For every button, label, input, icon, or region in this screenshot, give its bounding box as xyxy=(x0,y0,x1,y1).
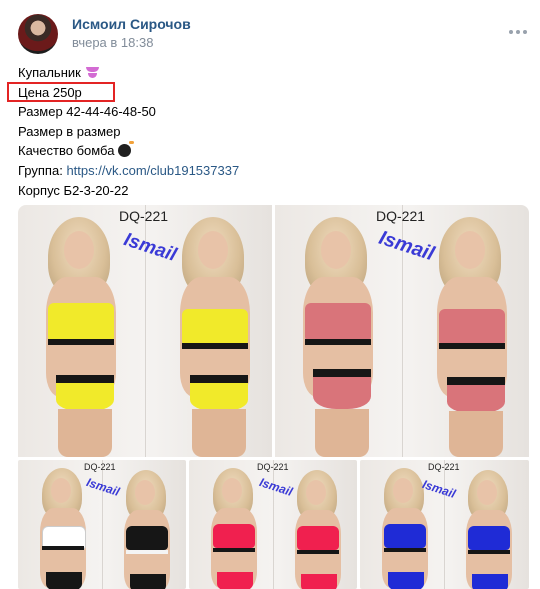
model-figure xyxy=(26,217,136,457)
post-title: Купальник xyxy=(18,65,81,80)
model-figure xyxy=(283,217,393,457)
photo-blue-swimsuit[interactable]: DQ-221 Ismail xyxy=(360,460,529,589)
quality-text: Качество бомба xyxy=(18,143,115,159)
product-code: DQ-221 xyxy=(376,208,426,224)
quality-line: Качество бомба xyxy=(18,141,239,161)
price-line: Цена 250р xyxy=(7,81,239,103)
product-code: DQ-221 xyxy=(428,462,460,472)
group-label: Группа: xyxy=(18,162,63,178)
photo-divider xyxy=(444,460,445,589)
post-time[interactable]: вчера в 18:38 xyxy=(72,35,153,50)
avatar[interactable] xyxy=(18,14,58,54)
bikini-emoji xyxy=(85,67,100,79)
more-horizontal-icon[interactable] xyxy=(508,28,528,36)
photo-pink-swimsuit[interactable]: DQ-221 Ismail xyxy=(275,205,529,457)
photo-red-swimsuit[interactable]: DQ-221 Ismail xyxy=(189,460,357,589)
price-highlight-box xyxy=(7,81,115,102)
address-line: Корпус Б2-3-20-22 xyxy=(18,182,129,198)
model-figure xyxy=(110,470,182,589)
photo-black-swimsuit[interactable]: DQ-221 Ismail xyxy=(18,460,186,589)
group-line: Группа: https://vk.com/club191537337 xyxy=(18,161,239,181)
product-code: DQ-221 xyxy=(119,208,169,224)
author-name[interactable]: Исмоил Сирочов xyxy=(72,16,191,32)
sizes-line: Размер 42-44-46-48-50 xyxy=(18,104,156,120)
product-code: DQ-221 xyxy=(257,462,289,472)
fit-line: Размер в размер xyxy=(18,123,121,139)
post-header: Исмоил Сирочов вчера в 18:38 xyxy=(18,14,528,54)
model-figure xyxy=(452,470,524,589)
product-code: DQ-221 xyxy=(84,462,116,472)
bomb-emoji xyxy=(118,141,135,158)
group-link[interactable]: https://vk.com/club191537337 xyxy=(66,163,239,178)
post-title-line: Купальник xyxy=(18,63,239,83)
post-text: Купальник Цена 250р Размер 42-44-46-48-5… xyxy=(7,63,239,200)
photo-yellow-swimsuit[interactable]: DQ-221 Ismail xyxy=(18,205,272,457)
